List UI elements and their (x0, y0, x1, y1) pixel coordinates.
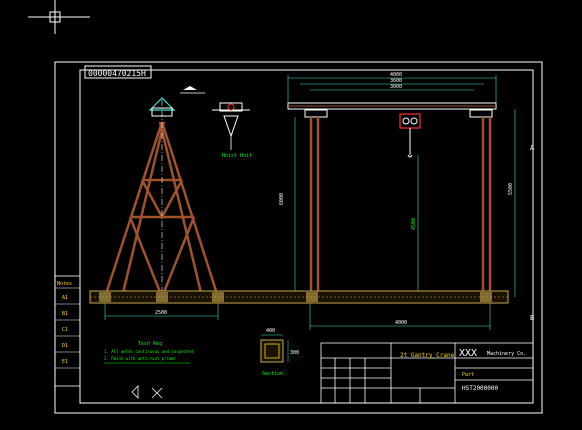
dim-left-height: 6000 (279, 193, 285, 205)
dim-hook-height: 4500 (411, 218, 417, 230)
dim-a-base: 2500 (155, 310, 167, 316)
grid-label-b: B (530, 314, 534, 322)
notes-line-2: 2. Paint with anti-rust primer (104, 356, 177, 361)
grid-label-a: A (530, 144, 535, 152)
title-product: 2t Gantry Crane (400, 352, 455, 359)
side-label-0: Notes (57, 281, 72, 287)
ground-rail (89, 290, 509, 304)
section-dim-w: 400 (266, 328, 275, 334)
a-frame-top-cap (148, 86, 205, 117)
hoist-detail: Hoist Unit (212, 102, 252, 159)
gantry-legs (309, 117, 492, 297)
a-frame-side-view (103, 121, 220, 298)
side-label-4: D1 (62, 343, 68, 349)
trolley-hoist (399, 113, 421, 158)
ucs-icon (28, 0, 90, 34)
gantry-top-beam (287, 102, 497, 118)
cad-drawing-canvas[interactable]: 00000470215H A B Notes A1 B1 C1 D1 E1 Ho… (0, 0, 582, 430)
side-label-2: B1 (62, 311, 68, 317)
dim-right-height: 5500 (508, 183, 514, 195)
side-label-1: A1 (62, 295, 68, 301)
notes-title: Tech Req (138, 341, 162, 347)
section-label: Section (262, 371, 283, 377)
technical-notes: Tech Req 1. All welds continuous and ins… (104, 341, 194, 364)
notes-line-1: 1. All welds continuous and inspected (104, 349, 194, 354)
section-detail: 400 300 Section (260, 328, 299, 377)
title-unit: Part (462, 372, 474, 378)
side-label-3: C1 (62, 327, 68, 333)
section-dim-h: 300 (290, 350, 299, 356)
title-company-sub: Machinery Co. (487, 351, 526, 357)
side-label-column: Notes A1 B1 C1 D1 E1 (54, 275, 81, 387)
side-label-5: E1 (62, 359, 68, 365)
code-box: 00000470215H (84, 65, 152, 79)
arrow-marks (131, 385, 163, 399)
title-drawing-no: HST2000000 (462, 385, 499, 392)
title-company: XXX (459, 348, 477, 359)
code-box-text: 00000470215H (88, 69, 146, 78)
hoist-label: Hoist Unit (222, 153, 252, 159)
dim-top-inner: 3000 (390, 84, 402, 90)
dim-bottom-span: 4000 (395, 320, 407, 326)
